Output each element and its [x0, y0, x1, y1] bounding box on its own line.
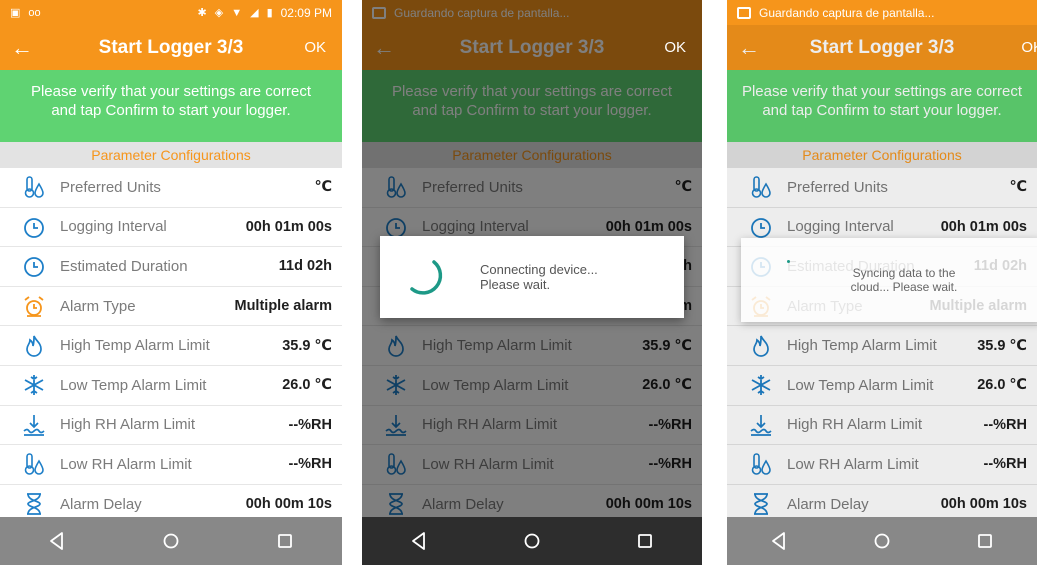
param-label: Alarm Type — [60, 297, 136, 315]
spinner-icon — [787, 260, 790, 263]
param-row: Preferred Units ℃ — [0, 168, 342, 208]
clock-icon — [20, 215, 48, 239]
status-bar: ▣ oo ✱ ◈ ▼ ◢ ▮ 02:09 PM — [0, 0, 342, 25]
dialog-line-2: Please wait. — [480, 277, 551, 292]
param-label: Estimated Duration — [60, 257, 188, 275]
param-value: Multiple alarm — [234, 298, 333, 315]
thermometer-drop-icon — [20, 452, 48, 476]
battery-icon: ▮ — [266, 7, 273, 19]
phone-screen-2: Guardando captura de pantalla... ← Start… — [362, 0, 702, 565]
param-label: Low RH Alarm Limit — [60, 455, 192, 473]
back-triangle-icon[interactable] — [37, 521, 77, 561]
dialog-line-1: Connecting device... — [480, 262, 598, 277]
wifi-icon: ▼ — [231, 6, 243, 19]
phone-screen-3: Guardando captura de pantalla... ← Start… — [727, 0, 1037, 565]
nav-bar — [362, 517, 702, 565]
bluetooth-icon: ✱ — [197, 7, 207, 19]
dialog-line-2: cloud... Please wait. — [850, 280, 958, 294]
param-row: High RH Alarm Limit --%RH — [0, 405, 342, 446]
recents-square-icon[interactable] — [265, 521, 305, 561]
param-row: High Temp Alarm Limit 35.9 ℃ — [0, 326, 342, 366]
param-row: Low Temp Alarm Limit 26.0 ℃ — [0, 365, 342, 406]
ok-button[interactable]: OK — [664, 39, 686, 56]
ok-button[interactable]: OK — [1021, 39, 1037, 56]
spinner-icon — [410, 260, 443, 295]
back-arrow-icon[interactable]: ← — [0, 35, 44, 61]
status-notification: Guardando captura de pantalla... — [759, 5, 935, 20]
param-value: ℃ — [314, 179, 332, 196]
param-label: Low Temp Alarm Limit — [60, 376, 207, 394]
vibrate-icon: ◈ — [214, 7, 224, 19]
recents-square-icon[interactable] — [965, 521, 1005, 561]
param-value: 35.9 ℃ — [282, 337, 332, 354]
verify-banner: Please verify that your settings are cor… — [0, 70, 342, 142]
dialog-line-1: Syncing data to the — [852, 266, 956, 280]
clock-icon — [20, 254, 48, 278]
page-title: Start Logger 3/3 — [98, 36, 244, 58]
back-triangle-icon[interactable] — [759, 521, 799, 561]
hourglass-icon — [20, 492, 48, 516]
banner-line-2: and tap Confirm to start your logger. — [51, 102, 291, 119]
home-circle-icon[interactable] — [512, 521, 552, 561]
flame-icon — [20, 334, 48, 358]
signal-icon: ◢ — [250, 7, 259, 19]
param-label: High Temp Alarm Limit — [60, 337, 210, 355]
param-value: 26.0 ℃ — [282, 377, 332, 394]
connecting-dialog: Connecting device... Please wait. — [380, 236, 684, 318]
gallery-icon: ▣ — [10, 7, 21, 19]
param-label: High RH Alarm Limit — [60, 416, 196, 434]
status-time: 02:09 PM — [280, 5, 332, 20]
param-value: 00h 00m 10s — [245, 496, 332, 513]
param-value: --%RH — [288, 456, 333, 473]
nav-bar — [727, 517, 1037, 565]
back-triangle-icon[interactable] — [399, 521, 439, 561]
snowflake-icon — [20, 373, 48, 397]
phone-screen-1: ▣ oo ✱ ◈ ▼ ◢ ▮ 02:09 PM ← Start Logger 3… — [0, 0, 342, 565]
thermometer-drop-icon — [20, 175, 48, 199]
syncing-dialog: Syncing data to the cloud... Please wait… — [741, 238, 1037, 322]
section-header: Parameter Configurations — [0, 142, 342, 168]
param-label: Logging Interval — [60, 218, 167, 236]
app-bar: ← Start Logger 3/3 OK — [0, 25, 342, 70]
nav-bar — [0, 517, 342, 565]
param-row: Estimated Duration 11d 02h — [0, 247, 342, 287]
voicemail-icon: oo — [28, 6, 41, 19]
param-value: 00h 01m 00s — [245, 218, 332, 235]
alarm-clock-icon — [20, 294, 48, 318]
param-row: Alarm Type Multiple alarm — [0, 286, 342, 327]
param-label: Preferred Units — [60, 178, 161, 196]
recents-square-icon[interactable] — [625, 521, 665, 561]
home-circle-icon[interactable] — [862, 521, 902, 561]
param-list: Preferred Units ℃ Logging Interval 00h 01m … — [0, 168, 342, 525]
screenshot-icon — [737, 6, 751, 19]
param-value: 11d 02h — [278, 258, 332, 275]
param-row: Logging Interval 00h 01m 00s — [0, 207, 342, 248]
banner-line-1: Please verify that your settings are cor… — [30, 83, 312, 100]
param-label: Alarm Delay — [60, 495, 142, 513]
ok-button[interactable]: OK — [304, 39, 326, 56]
param-value: --%RH — [288, 416, 333, 433]
water-level-icon — [20, 413, 48, 437]
param-row: Low RH Alarm Limit --%RH — [0, 445, 342, 485]
home-circle-icon[interactable] — [151, 521, 191, 561]
status-bar: Guardando captura de pantalla... — [727, 0, 1037, 25]
